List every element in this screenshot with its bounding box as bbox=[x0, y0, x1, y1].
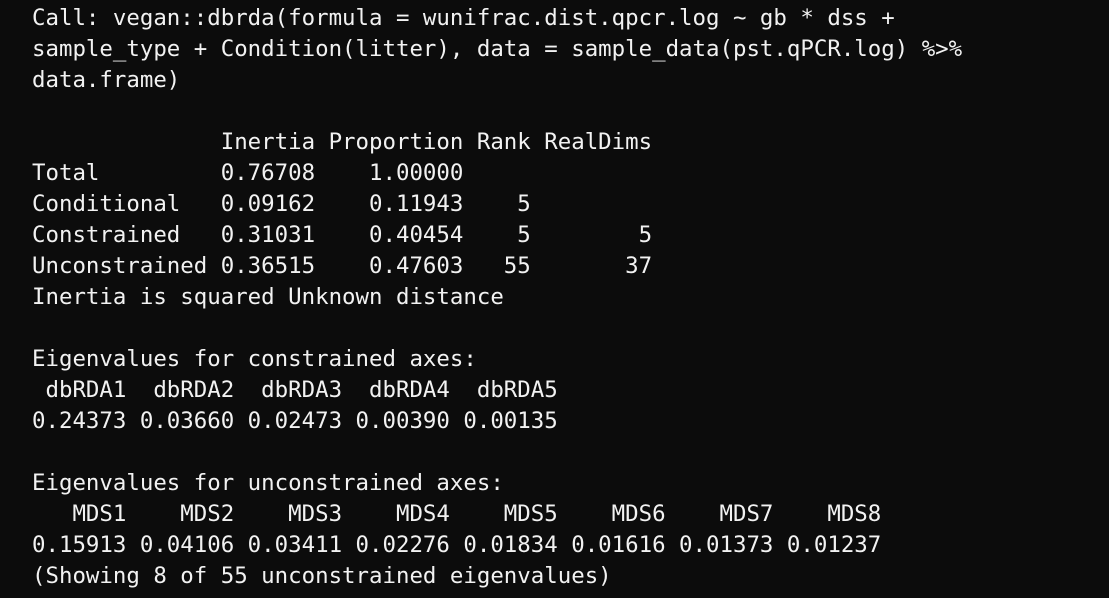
console-text: Call: vegan::dbrda(formula = wunifrac.di… bbox=[32, 3, 1109, 592]
inertia-row-conditional: Conditional 0.09162 0.11943 5 bbox=[32, 191, 531, 217]
unconstrained-eigen-note: (Showing 8 of 55 unconstrained eigenvalu… bbox=[32, 563, 612, 589]
call-line-3: data.frame) bbox=[32, 67, 181, 93]
unconstrained-eigen-header: MDS1 MDS2 MDS3 MDS4 MDS5 MDS6 MDS7 MDS8 bbox=[32, 501, 882, 527]
inertia-row-constrained: Constrained 0.31031 0.40454 5 5 bbox=[32, 222, 653, 248]
call-line-2: sample_type + Condition(litter), data = … bbox=[32, 36, 963, 62]
constrained-eigen-header: dbRDA1 dbRDA2 dbRDA3 dbRDA4 dbRDA5 bbox=[32, 377, 558, 403]
inertia-note: Inertia is squared Unknown distance bbox=[32, 284, 504, 310]
inertia-row-total: Total 0.76708 1.00000 bbox=[32, 160, 464, 186]
constrained-eigen-title: Eigenvalues for constrained axes: bbox=[32, 346, 477, 372]
constrained-eigen-values: 0.24373 0.03660 0.02473 0.00390 0.00135 bbox=[32, 408, 558, 434]
inertia-row-unconstrained: Unconstrained 0.36515 0.47603 55 37 bbox=[32, 253, 653, 279]
inertia-table-header: Inertia Proportion Rank RealDims bbox=[32, 129, 653, 155]
unconstrained-eigen-values: 0.15913 0.04106 0.03411 0.02276 0.01834 … bbox=[32, 532, 882, 558]
terminal-output[interactable]: Call: vegan::dbrda(formula = wunifrac.di… bbox=[0, 0, 1109, 598]
call-line-1: Call: vegan::dbrda(formula = wunifrac.di… bbox=[32, 5, 895, 31]
unconstrained-eigen-title: Eigenvalues for unconstrained axes: bbox=[32, 470, 504, 496]
